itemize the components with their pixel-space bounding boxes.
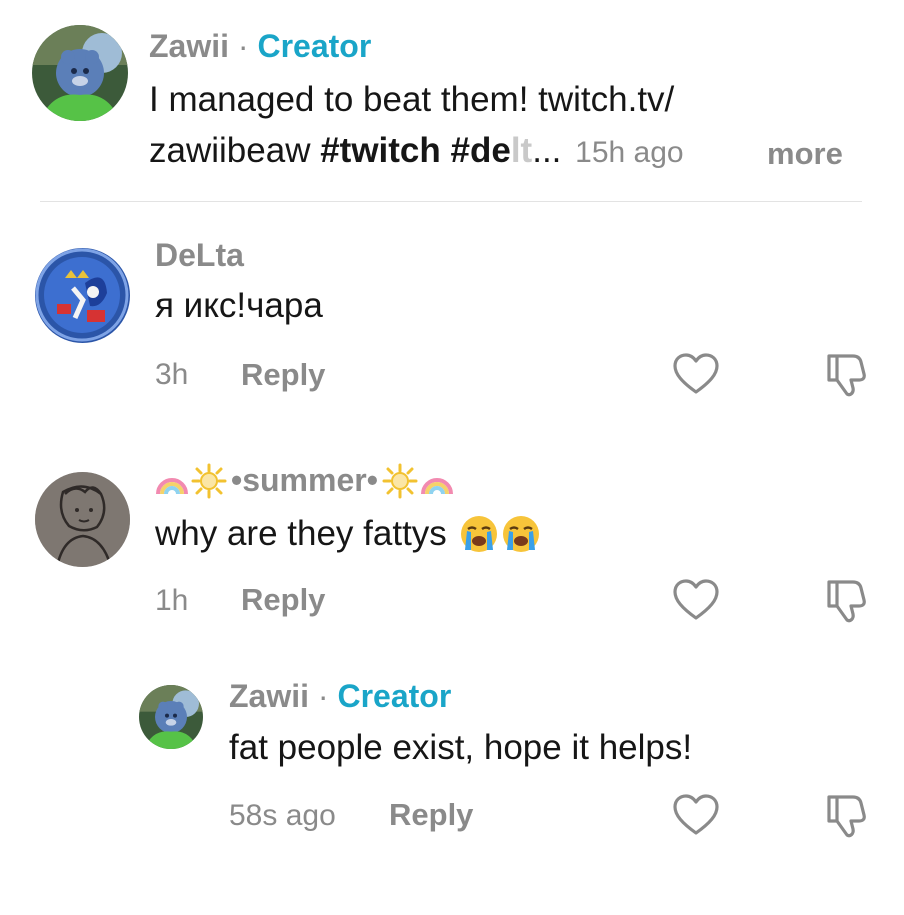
comment-author[interactable]: •summer• <box>231 462 378 499</box>
comment-author-delta[interactable]: DeLta <box>155 237 244 274</box>
caption-author[interactable]: Zawii <box>149 28 229 64</box>
reply-author-line: Zawii · Creator <box>229 678 451 715</box>
reply-button-summer[interactable]: Reply <box>241 582 325 618</box>
caption-text-plain: zawiibeaw <box>149 131 321 170</box>
heart-outline-icon[interactable] <box>672 352 720 396</box>
creator-badge: Creator <box>337 678 452 714</box>
caption-more-button[interactable]: more <box>767 136 843 172</box>
reply-button-creator[interactable]: Reply <box>389 797 473 833</box>
sun-emoji <box>191 463 227 499</box>
reply-button-delta[interactable]: Reply <box>241 357 325 393</box>
creator-avatar[interactable] <box>32 25 128 121</box>
reply-avatar-creator[interactable] <box>139 685 203 749</box>
caption-text-line-2: zawiibeaw #twitch #delt... 15h ago <box>149 126 684 178</box>
caption-separator: · <box>237 28 249 64</box>
caption-ellipsis: ... <box>532 131 562 170</box>
loudly-crying-face-emoji <box>459 514 499 554</box>
thumbs-down-outline-icon[interactable] <box>823 352 869 398</box>
loudly-crying-face-emoji <box>501 514 541 554</box>
reply-author[interactable]: Zawii <box>229 678 309 714</box>
caption-text-line-1: I managed to beat them! twitch.tv/ <box>149 75 674 125</box>
comment-timestamp-delta: 3h <box>155 358 189 391</box>
comment-text-delta: я икс!чара <box>155 286 323 325</box>
comment-text-summer-line: why are they fattys <box>155 509 541 559</box>
comment-timestamp-summer: 1h <box>155 584 189 617</box>
heart-outline-icon[interactable] <box>672 578 720 622</box>
rainbow-emoji <box>155 464 189 498</box>
comment-author[interactable]: DeLta <box>155 237 244 273</box>
thumbs-down-outline-icon[interactable] <box>823 793 869 839</box>
caption-author-line: Zawii · Creator <box>149 28 371 65</box>
reply-separator: · <box>317 678 329 714</box>
hashtag-partial[interactable]: #de <box>451 131 511 170</box>
comment-avatar-summer[interactable] <box>35 472 130 567</box>
rainbow-emoji <box>420 464 454 498</box>
creator-badge: Creator <box>257 28 372 64</box>
heart-outline-icon[interactable] <box>672 793 720 837</box>
hashtag-twitch[interactable]: #twitch <box>320 131 441 170</box>
comment-text-summer: why are they fattys <box>155 514 447 553</box>
caption-text: I managed to beat them! twitch.tv/ <box>149 80 675 119</box>
caption-timestamp: 15h ago <box>575 136 684 169</box>
reply-text: fat people exist, hope it helps! <box>229 728 693 767</box>
thumbs-down-outline-icon[interactable] <box>823 578 869 624</box>
hashtag-partial-faded: lt <box>510 131 533 170</box>
reply-timestamp: 58s ago <box>229 799 336 832</box>
comment-avatar-delta[interactable] <box>35 248 130 343</box>
sun-emoji <box>382 463 418 499</box>
caption-divider <box>40 201 862 202</box>
comment-author-line-summer[interactable]: •summer• <box>155 462 454 499</box>
